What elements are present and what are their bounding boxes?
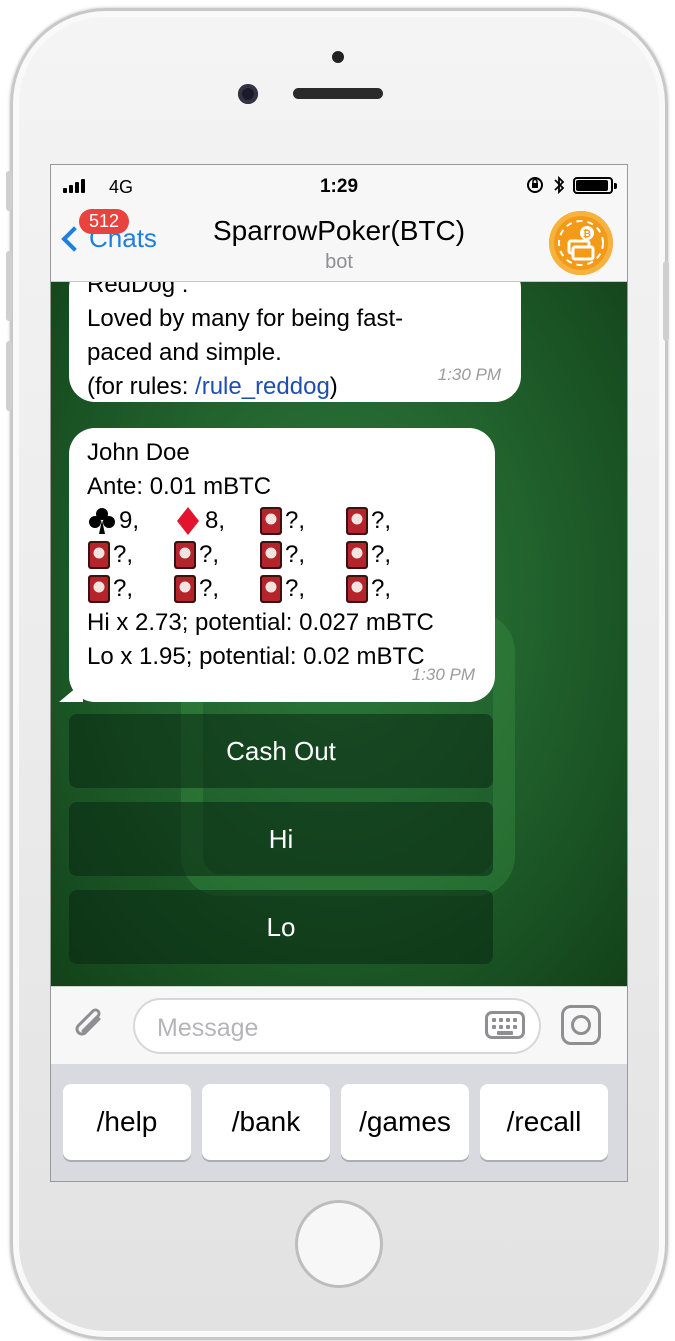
card: 8, [173,504,259,538]
face-down-card-icon [259,574,285,604]
face-down-card-icon [345,574,371,604]
message-time: 1:30 PM [411,665,475,684]
card: ?, [87,572,173,606]
card-label: ?, [371,575,392,602]
clubs-icon [87,506,119,536]
face-down-card-icon [259,540,285,570]
proximity-sensor [332,51,344,63]
svg-text:₿: ₿ [583,228,591,240]
message-line: RedDog : [87,282,189,298]
face-down-card-icon [173,574,199,604]
chat-title[interactable]: SparrowPoker(BTC) [51,215,627,247]
card-label: ?, [113,541,134,568]
card-label: ?, [285,541,306,568]
card-grid: 9, 8,?,?,?,?,?,?,?,?,?,?, [87,504,477,606]
rules-link[interactable]: /rule_reddog [195,373,330,400]
help-command-button[interactable]: /help [63,1084,191,1160]
bluetooth-icon [554,175,565,195]
camera-icon[interactable] [561,1005,601,1045]
card-label: ?, [199,541,220,568]
cash-out-button[interactable]: Cash Out [69,714,493,788]
chat-subtitle: bot [325,251,353,273]
card: ?, [173,572,259,606]
recall-command-button[interactable]: /recall [480,1084,608,1160]
bot-avatar[interactable]: ₿ [549,211,613,275]
ante-line: Ante: 0.01 mBTC [87,473,272,500]
games-command-button[interactable]: /games [341,1084,469,1160]
face-down-card-icon [259,506,285,536]
paperclip-icon[interactable] [69,1005,109,1054]
input-bar: Message [51,986,627,1065]
lo-button[interactable]: Lo [69,890,493,964]
face-down-card-icon [87,574,113,604]
card-row: ?,?,?,?, [87,572,477,606]
screen: 4G 1:29 Chats 512 SparrowPoker(BTC) bot [50,164,628,1182]
card-row: ?,?,?,?, [87,538,477,572]
message-line: Loved by many for being fast- [87,305,404,332]
card: ?, [345,504,431,538]
face-down-card-icon [345,540,371,570]
earpiece-speaker [293,88,383,99]
bubble-tail [59,682,83,702]
front-camera [238,84,258,104]
hi-button[interactable]: Hi [69,802,493,876]
message-time: 1:30 PM [437,365,501,384]
bot-command-keyboard: /help /bank /games /recall [51,1064,627,1181]
power-button [663,261,669,341]
keyboard-icon[interactable] [485,1011,525,1039]
card: ?, [259,538,345,572]
message-bubble[interactable]: John Doe Ante: 0.01 mBTC 9, 8,?,?,?,?,?,?… [59,428,495,702]
card-label: ?, [113,575,134,602]
card-row: 9, 8,?,?, [87,504,477,538]
face-down-card-icon [87,540,113,570]
card: 9, [87,504,173,538]
card: ?, [259,504,345,538]
battery-icon [573,176,617,194]
card-label: ?, [371,507,392,534]
home-button[interactable] [295,1200,383,1288]
card-label: 8, [205,507,226,534]
face-down-card-icon [173,540,199,570]
diamonds-icon [173,506,205,536]
status-icons [525,175,617,195]
card: ?, [173,538,259,572]
card: ?, [345,538,431,572]
rules-prefix: (for rules: [87,373,196,400]
volume-up-button [6,251,12,321]
face-down-card-icon [345,506,371,536]
mute-switch [6,171,12,211]
card: ?, [345,572,431,606]
message-input[interactable]: Message [133,998,541,1054]
card: ?, [87,538,173,572]
message-placeholder: Message [157,1014,259,1042]
volume-down-button [6,341,12,411]
chat-header: Chats 512 SparrowPoker(BTC) bot ₿ [51,207,627,282]
card-label: ?, [199,575,220,602]
orientation-lock-icon [527,177,543,193]
card-label: ?, [371,541,392,568]
hi-potential-line: Hi x 2.73; potential: 0.027 mBTC [87,609,434,636]
message-bubble[interactable]: RedDog : Loved by many for being fast- p… [69,282,521,402]
status-bar: 4G 1:29 [51,165,627,207]
rules-suffix: ) [329,373,338,400]
card-label: ?, [285,507,306,534]
card-label: 9, [119,507,140,534]
player-name: John Doe [87,439,190,466]
bank-command-button[interactable]: /bank [202,1084,330,1160]
card: ?, [259,572,345,606]
card-label: ?, [285,575,306,602]
bitcoin-chip-icon: ₿ [558,220,604,266]
chat-area[interactable]: RedDog : Loved by many for being fast- p… [51,282,627,986]
